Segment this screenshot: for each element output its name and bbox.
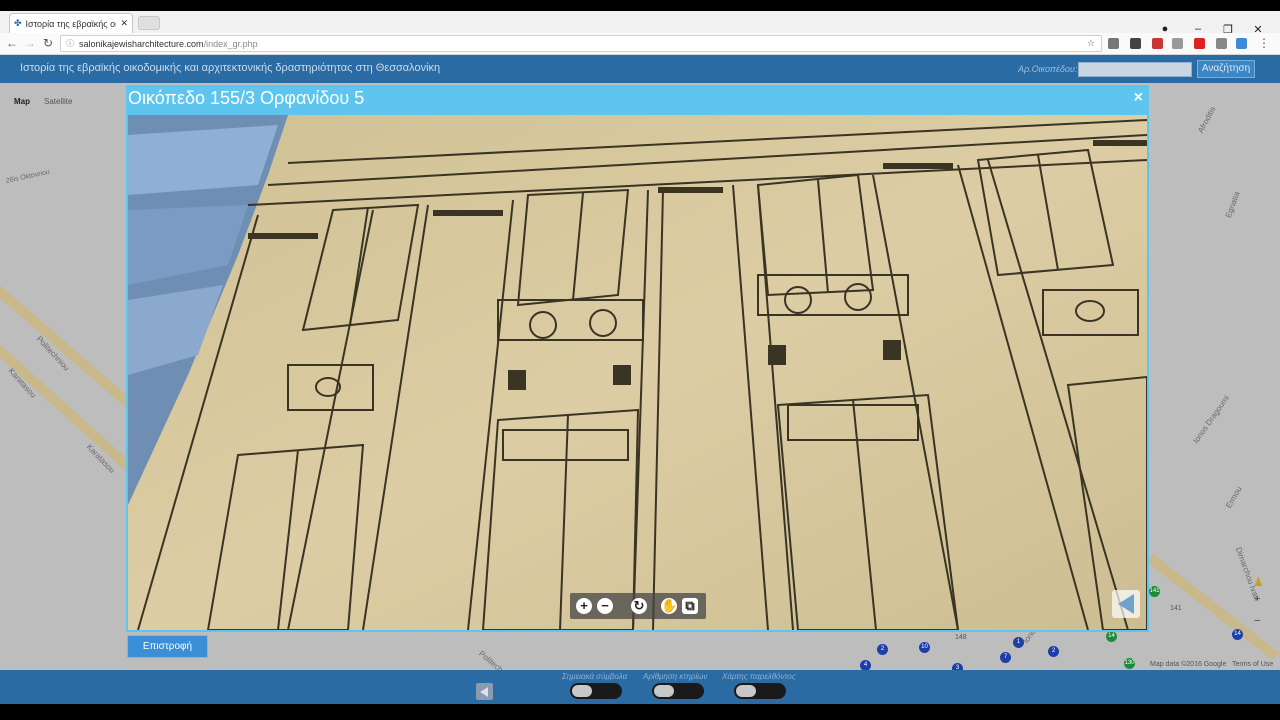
search-button[interactable]: Αναζήτηση bbox=[1197, 60, 1255, 78]
map-label: 148 bbox=[955, 634, 967, 641]
map-pin[interactable]: 7 bbox=[1000, 652, 1011, 663]
forward-arrow-icon[interactable]: → bbox=[22, 36, 38, 50]
url-host: salonikajewisharchitecture.com bbox=[79, 38, 204, 49]
street-label: 26is Oktovriou bbox=[5, 168, 51, 185]
old-map-toggle[interactable] bbox=[734, 683, 786, 699]
street-label: Politechniou bbox=[477, 649, 517, 670]
map-pin[interactable]: 130 bbox=[1124, 658, 1135, 669]
toggle-knob bbox=[654, 685, 674, 697]
plot-modal: Οικόπεδο 155/3 Ορφανίδου 5 × + − ↻ ✋ ⧉ bbox=[126, 85, 1149, 632]
zoom-in-icon[interactable]: + bbox=[1254, 593, 1260, 605]
tab-title: Ιστορία της εβραϊκής οι bbox=[25, 18, 117, 29]
symbols-toggle[interactable] bbox=[570, 683, 622, 699]
zoom-out-icon[interactable]: − bbox=[1254, 615, 1260, 627]
browser-tab[interactable]: ✤ Ιστορία της εβραϊκής οι ✕ bbox=[9, 13, 133, 33]
pegman-icon[interactable]: ♟ bbox=[1253, 575, 1264, 589]
previous-image-button[interactable] bbox=[1112, 590, 1140, 618]
map-pin[interactable]: 2 bbox=[1048, 646, 1059, 657]
address-bar: ← → ↻ ⓘ salonikajewisharchitecture.com/i… bbox=[0, 33, 1280, 55]
extension-icon[interactable] bbox=[1130, 38, 1141, 49]
pan-icon[interactable]: ✋ bbox=[661, 598, 677, 614]
map-pin[interactable]: 4 bbox=[860, 660, 871, 670]
window-top-border bbox=[0, 0, 1280, 11]
street-label: Afroditis bbox=[1196, 104, 1218, 135]
url-path: /index_gr.php bbox=[203, 38, 258, 49]
menu-icon[interactable]: ⋮ bbox=[1256, 36, 1272, 50]
site-title: Ιστορία της εβραϊκής οικοδομικής και αρχ… bbox=[20, 62, 441, 74]
zoom-out-icon[interactable]: − bbox=[597, 598, 613, 614]
street-label: Ermou bbox=[1224, 484, 1244, 510]
map-pin[interactable]: 3 bbox=[952, 663, 963, 670]
toggle-label-old-map: Χάρτης παρελθόντος bbox=[722, 672, 796, 681]
bookmark-star-icon[interactable]: ☆ bbox=[1087, 38, 1095, 49]
triangle-left-icon bbox=[480, 687, 488, 697]
close-icon[interactable]: × bbox=[1134, 89, 1143, 107]
map-attribution: Map data ©2016 Google bbox=[1150, 661, 1227, 668]
street-label: Egnatia bbox=[1223, 190, 1242, 220]
fullscreen-icon[interactable]: ⧉ bbox=[682, 598, 698, 614]
close-tab-icon[interactable]: ✕ bbox=[120, 18, 128, 29]
extension-icon[interactable] bbox=[1172, 38, 1183, 49]
site-favicon-icon: ✤ bbox=[14, 18, 22, 28]
toggle-knob bbox=[572, 685, 592, 697]
back-button[interactable]: Επιστροφή bbox=[127, 635, 208, 658]
image-viewer-controls: + − ↻ ✋ ⧉ bbox=[570, 593, 706, 619]
map-pin[interactable]: 2 bbox=[877, 644, 888, 655]
page-icon: ⓘ bbox=[66, 39, 74, 48]
triangle-left-icon bbox=[1118, 594, 1134, 614]
extension-icon[interactable] bbox=[1216, 38, 1227, 49]
bottom-toolbar bbox=[0, 670, 1280, 704]
tab-strip: ✤ Ιστορία της εβραϊκής οι ✕ ● – ❐ ✕ bbox=[0, 11, 1280, 36]
extension-icon[interactable] bbox=[1194, 38, 1205, 49]
map-road bbox=[1146, 554, 1280, 661]
map-type-satellite[interactable]: Satellite bbox=[44, 97, 72, 106]
rotate-icon[interactable]: ↻ bbox=[631, 598, 647, 614]
back-arrow-icon[interactable]: ← bbox=[4, 36, 20, 50]
shield-extension-icon[interactable] bbox=[1152, 38, 1163, 49]
site-header: Ιστορία της εβραϊκής οικοδομικής και αρχ… bbox=[0, 55, 1280, 83]
collapse-panel-button[interactable] bbox=[476, 683, 493, 700]
extension-icon[interactable] bbox=[1108, 38, 1119, 49]
map-type-map[interactable]: Map bbox=[14, 97, 30, 106]
url-field[interactable]: ⓘ salonikajewisharchitecture.com/index_g… bbox=[60, 35, 1102, 52]
numbering-toggle[interactable] bbox=[652, 683, 704, 699]
map-pin[interactable]: 10 bbox=[919, 642, 930, 653]
map-pin[interactable]: 14 bbox=[1232, 629, 1243, 640]
plot-search-input[interactable] bbox=[1078, 62, 1192, 77]
modal-title: Οικόπεδο 155/3 Ορφανίδου 5 bbox=[128, 88, 365, 108]
map-pin[interactable]: 14 bbox=[1106, 631, 1117, 642]
new-tab-button[interactable] bbox=[138, 16, 160, 30]
map-terms-link[interactable]: Terms of Use bbox=[1232, 661, 1273, 668]
toggle-label-numbering: Αρίθμηση κτηρίων bbox=[643, 672, 708, 681]
extension-icon[interactable] bbox=[1236, 38, 1247, 49]
reload-icon[interactable]: ↻ bbox=[40, 36, 56, 50]
window-bottom-border bbox=[0, 704, 1280, 720]
toggle-label-symbols: Σημειακά σύμβολα bbox=[562, 672, 628, 681]
plot-search-label: Αρ.Οικοπέδου: bbox=[1018, 64, 1078, 74]
map-label: 141 bbox=[1170, 605, 1182, 612]
facade-drawing bbox=[128, 115, 1147, 630]
map-pin[interactable]: 1 bbox=[1013, 637, 1024, 648]
facade-drawing-image[interactable]: + − ↻ ✋ ⧉ bbox=[128, 115, 1147, 630]
map-pin[interactable]: 141 bbox=[1149, 586, 1160, 597]
toggle-knob bbox=[736, 685, 756, 697]
zoom-in-icon[interactable]: + bbox=[576, 598, 592, 614]
street-label: Ionos Dragoumi bbox=[1191, 393, 1232, 446]
